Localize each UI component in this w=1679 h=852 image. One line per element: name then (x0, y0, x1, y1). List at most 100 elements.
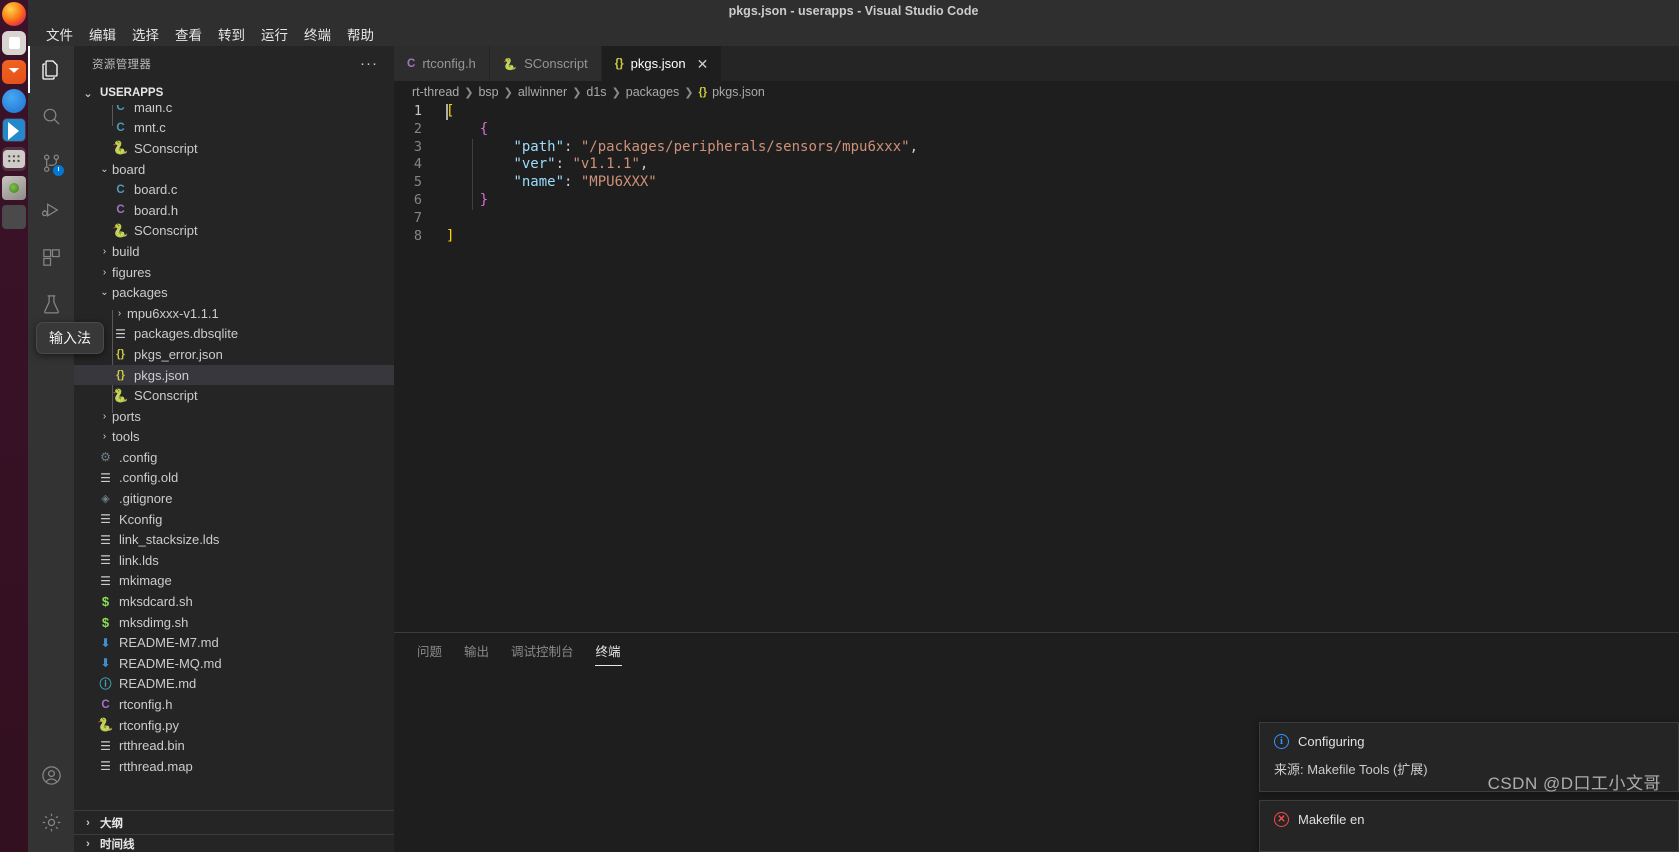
tree-item-board-h[interactable]: Cboard.h (74, 200, 394, 221)
tree-item-pkgs-json[interactable]: {} pkgs.json (74, 364, 394, 386)
menu-file[interactable]: 文件 (38, 22, 81, 46)
tree-item-main-c[interactable]: Cmain.c (74, 105, 394, 118)
dock-item-disk[interactable] (2, 176, 26, 200)
tree-item-mnt-c[interactable]: Cmnt.c (74, 118, 394, 139)
tree-item-label: .config (119, 449, 158, 465)
tab-rtconfig-h[interactable]: Crtconfig.h (394, 46, 490, 81)
dock-item-thunderbird[interactable] (2, 89, 26, 113)
tab-pkgs-json[interactable]: {} pkgs.json ✕ (601, 46, 723, 81)
activity-search[interactable] (28, 93, 74, 140)
activity-extensions[interactable] (28, 234, 74, 281)
tree-item-packages[interactable]: ⌄ packages (74, 282, 394, 303)
menu-view[interactable]: 查看 (167, 22, 210, 46)
breadcrumb-segment[interactable]: bsp (478, 85, 498, 99)
panel-tab-problems[interactable]: 问题 (416, 633, 443, 668)
sidebar-more-actions-icon[interactable]: ··· (360, 56, 378, 71)
sidebar-timeline-label: 时间线 (100, 838, 135, 851)
tree-item-label: .gitignore (119, 491, 173, 507)
tree-item-readme-m7-md[interactable]: ⬇ README-M7.md (74, 632, 394, 653)
dock-item-calculator[interactable] (2, 147, 26, 171)
menu-terminal[interactable]: 终端 (296, 22, 339, 46)
activity-account[interactable] (28, 752, 74, 799)
panel-tab-output[interactable]: 输出 (463, 633, 490, 668)
dock-item-firefox[interactable] (2, 2, 26, 26)
activity-explorer[interactable] (28, 46, 74, 93)
notification-source: 来源: Makefile Tools (扩展) (1274, 762, 1428, 777)
tree-item-link-lds[interactable]: ☰ link.lds (74, 550, 394, 571)
tab-sconscript[interactable]: 🐍 SConscript (489, 46, 602, 81)
menu-selection[interactable]: 选择 (124, 22, 167, 46)
activity-source-control[interactable] (28, 140, 74, 187)
tree-item-mksdimg-sh[interactable]: $ mksdimg.sh (74, 612, 394, 633)
dock-item-vscode[interactable] (2, 118, 26, 142)
chevron-right-icon[interactable]: › (97, 411, 112, 422)
code-token: : (564, 138, 581, 155)
tree-item--config[interactable]: ⚙ .config (74, 447, 394, 468)
breadcrumb-segment[interactable]: allwinner (518, 85, 567, 99)
breadcrumb-segment[interactable]: rt-thread (412, 85, 459, 99)
sidebar-root-label: USERAPPS (100, 87, 164, 99)
tree-item-link-stacksize-lds[interactable]: ☰ link_stacksize.lds (74, 529, 394, 550)
tree-item-tools[interactable]: › tools (74, 427, 394, 448)
notification-makefile-error[interactable]: ✕ Makefile en (1259, 800, 1679, 852)
chevron-down-icon[interactable]: ⌄ (97, 164, 112, 175)
tree-item-rtthread-map[interactable]: ☰ rtthread.map (74, 756, 394, 777)
sidebar-section-outline[interactable]: › 大纲 (74, 810, 394, 834)
activity-settings[interactable] (28, 799, 74, 846)
dock-item-mail[interactable] (2, 60, 26, 84)
tree-item-kconfig[interactable]: ☰ Kconfig (74, 509, 394, 530)
sidebar-section-timeline[interactable]: › 时间线 (74, 834, 394, 852)
file-tree[interactable]: Cmain.c Cmnt.c 🐍 SConscript ⌄ board Cboard.c Cb… (74, 105, 394, 810)
tree-item-mkimage[interactable]: ☰ mkimage (74, 571, 394, 592)
calculator-icon (3, 150, 25, 168)
tree-item-readme-mq-md[interactable]: ⬇ README-MQ.md (74, 653, 394, 674)
tree-item-label: packages.dbsqlite (134, 326, 239, 342)
tree-item-readme-md[interactable]: ⓘ README.md (74, 674, 394, 695)
tree-item-rtconfig-py[interactable]: 🐍 rtconfig.py (74, 715, 394, 736)
sidebar-root-folder[interactable]: ⌄ USERAPPS (74, 81, 394, 105)
panel-tab-debug-console[interactable]: 调试控制台 (510, 633, 575, 668)
tree-item-rtthread-bin[interactable]: ☰ rtthread.bin (74, 735, 394, 756)
breadcrumb-segment[interactable]: d1s (586, 85, 606, 99)
code-editor[interactable]: 1[2 {3 "path": "/packages/peripherals/se… (394, 103, 1679, 632)
panel-tab-terminal[interactable]: 终端 (594, 633, 622, 668)
activity-run-debug[interactable] (28, 187, 74, 234)
tree-item-label: rtconfig.h (119, 697, 173, 713)
tree-item-figures[interactable]: › figures (74, 262, 394, 283)
chevron-right-icon[interactable]: › (97, 431, 112, 442)
tab-label: SConscript (524, 56, 588, 71)
tree-item-label: README-M7.md (119, 635, 219, 651)
breadcrumb-segment[interactable]: packages (626, 85, 680, 99)
tree-item-sconscript[interactable]: 🐍 SConscript (74, 138, 394, 159)
dock-item-files[interactable] (2, 31, 26, 55)
tree-item-sconscript[interactable]: 🐍 SConscript (74, 385, 394, 406)
chevron-right-icon[interactable]: › (97, 267, 112, 278)
breadcrumb-segment[interactable]: pkgs.json (712, 85, 765, 99)
activity-testing[interactable] (28, 281, 74, 328)
tree-item-ports[interactable]: › ports (74, 406, 394, 427)
breadcrumb[interactable]: rt-thread ❯ bsp ❯ allwinner ❯ d1s ❯ packages ❯ {} p… (394, 81, 1679, 103)
tree-item--gitignore[interactable]: ◈ .gitignore (74, 488, 394, 509)
tree-item-mpu6xxx-v1-1-1[interactable]: › mpu6xxx-v1.1.1 (74, 303, 394, 324)
tree-item-label: rtthread.bin (119, 738, 185, 754)
tree-item-mksdcard-sh[interactable]: $ mksdcard.sh (74, 591, 394, 612)
tree-item-packages-dbsqlite[interactable]: ☰ packages.dbsqlite (74, 324, 394, 345)
notification-configuring[interactable]: i Configuring 来源: Makefile Tools (扩展) (1259, 722, 1679, 792)
tree-item-sconscript[interactable]: 🐍 SConscript (74, 221, 394, 242)
tree-item-board-c[interactable]: Cboard.c (74, 179, 394, 200)
tree-item--config-old[interactable]: ☰ .config.old (74, 468, 394, 489)
tree-item-rtconfig-h[interactable]: Crtconfig.h (74, 694, 394, 715)
chevron-right-icon[interactable]: › (112, 308, 127, 319)
tree-item-pkgs-error-json[interactable]: {} pkgs_error.json (74, 344, 394, 365)
tree-item-board[interactable]: ⌄ board (74, 159, 394, 180)
dock-item-other[interactable] (2, 205, 26, 229)
tree-item-build[interactable]: › build (74, 241, 394, 262)
menu-edit[interactable]: 编辑 (81, 22, 124, 46)
menu-help[interactable]: 帮助 (339, 22, 382, 46)
chevron-down-icon[interactable]: ⌄ (97, 287, 112, 298)
close-icon[interactable]: ✕ (697, 57, 709, 71)
chevron-right-icon[interactable]: › (97, 246, 112, 257)
c-file-icon: C (116, 183, 125, 196)
menu-go[interactable]: 转到 (210, 22, 253, 46)
menu-run[interactable]: 运行 (253, 22, 296, 46)
